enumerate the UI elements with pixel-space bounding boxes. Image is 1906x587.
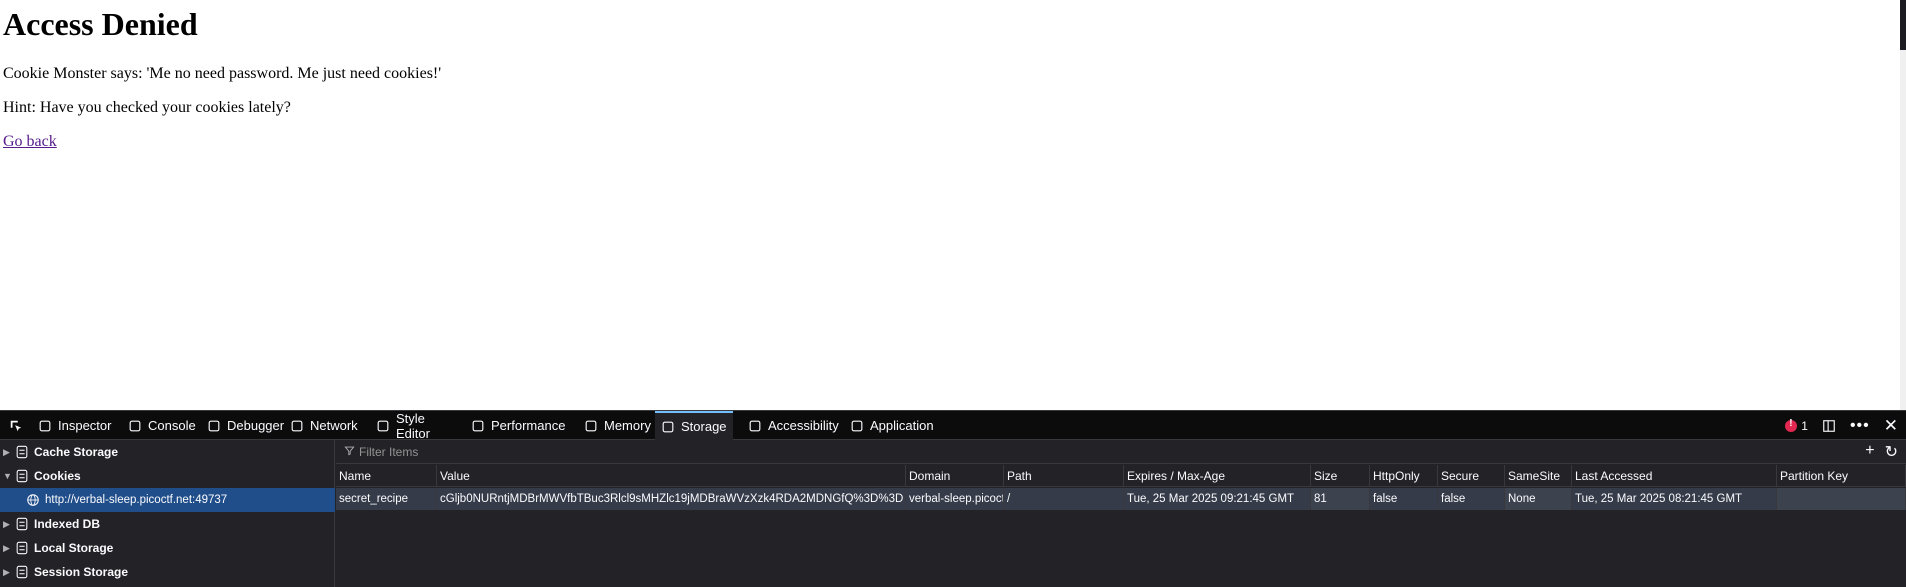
column-header-size[interactable]: Size <box>1311 465 1370 487</box>
network-icon <box>290 419 304 433</box>
style-editor-icon <box>376 419 390 433</box>
inspector-icon <box>38 419 52 433</box>
cookie-monster-text: Cookie Monster says: 'Me no need passwor… <box>3 65 442 82</box>
column-header-secure[interactable]: Secure <box>1438 465 1505 487</box>
column-header-expires-max-age[interactable]: Expires / Max-Age <box>1124 465 1311 487</box>
sidebar-item-cookies[interactable]: ▼ Cookies <box>0 464 335 488</box>
sidebar-item-http-verbal-sleep-picoctf-net-49737[interactable]: http://verbal-sleep.picoctf.net:49737 <box>0 488 335 512</box>
column-header-httponly[interactable]: HttpOnly <box>1370 465 1438 487</box>
storage-db-icon <box>15 445 29 459</box>
cell-domain[interactable]: verbal-sleep.picoctf.net <box>906 488 1004 510</box>
tab-label: Network <box>310 418 358 433</box>
cell-last-accessed[interactable]: Tue, 25 Mar 2025 08:21:45 GMT <box>1572 488 1777 510</box>
storage-sidebar: ▶ Cache Storage ▼ Cookies http://verbal-slee… <box>0 440 335 587</box>
cell-httponly[interactable]: false <box>1370 488 1438 510</box>
hint-text: Hint: Have you checked your cookies late… <box>3 99 291 116</box>
filter-bar: + ↻ <box>336 440 1906 464</box>
column-header-value[interactable]: Value <box>437 465 906 487</box>
add-item-icon[interactable]: + <box>1865 442 1874 462</box>
cell-expires-max-age[interactable]: Tue, 25 Mar 2025 09:21:45 GMT <box>1124 488 1311 510</box>
storage-db-icon <box>15 565 29 579</box>
go-back-link[interactable]: Go back <box>3 133 57 151</box>
column-header-domain[interactable]: Domain <box>906 465 1004 487</box>
collapsed-arrow-icon[interactable]: ▶ <box>3 519 13 530</box>
devtools-panel: Inspector Console Debugger Network Style Edi… <box>0 410 1906 587</box>
cell-samesite[interactable]: None <box>1505 488 1572 510</box>
page-scrollbar[interactable] <box>1900 0 1906 410</box>
accessibility-icon <box>748 419 762 433</box>
sidebar-item-label: Indexed DB <box>34 517 101 531</box>
tab-label: Application <box>870 418 934 433</box>
performance-icon <box>471 419 485 433</box>
element-picker-icon[interactable] <box>4 411 28 440</box>
tab-label: Inspector <box>58 418 112 433</box>
sidebar-item-label: Local Storage <box>34 541 114 555</box>
tab-inspector[interactable]: Inspector <box>32 411 112 440</box>
cell-name[interactable]: secret_recipe <box>336 488 437 510</box>
storage-db-icon <box>15 517 29 531</box>
tab-debugger[interactable]: Debugger <box>201 411 284 440</box>
dock-toggle-icon[interactable] <box>1822 419 1836 433</box>
tab-memory[interactable]: Memory <box>578 411 651 440</box>
cell-secure[interactable]: false <box>1438 488 1505 510</box>
cell-size[interactable]: 81 <box>1311 488 1370 510</box>
table-row[interactable]: secret_recipe cGljb0NURntjMDBrMWVfbTBuc3R… <box>336 488 1906 510</box>
expanded-arrow-icon[interactable]: ▼ <box>3 471 13 481</box>
tab-label: Console <box>148 418 196 433</box>
sidebar-item-indexed-db[interactable]: ▶ Indexed DB <box>0 512 335 536</box>
tab-label: Accessibility <box>768 418 839 433</box>
collapsed-arrow-icon[interactable]: ▶ <box>3 447 13 458</box>
tab-label: Storage <box>681 419 727 434</box>
error-icon <box>1785 418 1798 432</box>
tab-label: Memory <box>604 418 651 433</box>
table-header: Name Value Domain Path Expires / Max-Age Size… <box>336 465 1906 487</box>
close-icon[interactable]: ✕ <box>1884 416 1898 436</box>
cell-path[interactable]: / <box>1004 488 1124 510</box>
column-header-partition-key[interactable]: Partition Key <box>1777 465 1906 487</box>
column-header-name[interactable]: Name <box>336 465 437 487</box>
tab-label: Debugger <box>227 418 285 433</box>
sidebar-item-label: Cookies <box>34 469 81 483</box>
tab-console[interactable]: Console <box>122 411 196 440</box>
column-header-samesite[interactable]: SameSite <box>1505 465 1572 487</box>
devtools-toolbar: Inspector Console Debugger Network Style Edi… <box>0 410 1906 441</box>
tab-label: Performance <box>491 418 566 433</box>
console-icon <box>128 419 142 433</box>
collapsed-arrow-icon[interactable]: ▶ <box>3 567 13 578</box>
storage-db-icon <box>15 469 29 483</box>
tab-application[interactable]: Application <box>844 411 934 440</box>
scrollbar-thumb[interactable] <box>1900 0 1906 50</box>
sidebar-item-session-storage[interactable]: ▶ Session Storage <box>0 560 335 584</box>
column-header-last-accessed[interactable]: Last Accessed <box>1572 465 1777 487</box>
sidebar-item-label: Session Storage <box>34 565 129 579</box>
tab-label: Style Editor <box>396 410 430 441</box>
cell-value[interactable]: cGljb0NURntjMDBrMWVfbTBuc3Rlcl9sMHZlc19j… <box>437 488 906 510</box>
sidebar-item-local-storage[interactable]: ▶ Local Storage <box>0 536 335 560</box>
collapsed-arrow-icon[interactable]: ▶ <box>3 543 13 554</box>
application-icon <box>850 419 864 433</box>
page-title: Access Denied <box>3 6 198 42</box>
tab-accessibility[interactable]: Accessibility <box>742 411 839 440</box>
cell-partition-key[interactable] <box>1777 488 1906 510</box>
tab-storage[interactable]: Storage <box>655 411 733 440</box>
storage-icon <box>661 420 675 434</box>
tab-performance[interactable]: Performance <box>465 411 570 440</box>
sidebar-item-label: Cache Storage <box>34 445 119 459</box>
storage-table-area: + ↻ NameValueDomainPathExpires / Max-Age… <box>336 440 1906 587</box>
debugger-icon <box>207 419 221 433</box>
memory-icon <box>584 419 598 433</box>
refresh-icon[interactable]: ↻ <box>1885 442 1898 462</box>
error-count-badge[interactable]: 1 <box>1785 418 1808 433</box>
more-options-icon[interactable]: ••• <box>1850 417 1870 435</box>
sidebar-item-cache-storage[interactable]: ▶ Cache Storage <box>0 440 335 464</box>
page-content: Access Denied Cookie Monster says: 'Me n… <box>0 0 1900 410</box>
globe-icon <box>26 493 40 507</box>
tab-network[interactable]: Network <box>284 411 364 440</box>
column-header-path[interactable]: Path <box>1004 465 1124 487</box>
filter-icon <box>344 445 355 459</box>
storage-db-icon <box>15 541 29 555</box>
sidebar-item-label: http://verbal-sleep.picoctf.net:49737 <box>45 494 228 506</box>
tab-style-editor[interactable]: Style Editor <box>370 410 460 441</box>
filter-input[interactable] <box>359 444 759 459</box>
